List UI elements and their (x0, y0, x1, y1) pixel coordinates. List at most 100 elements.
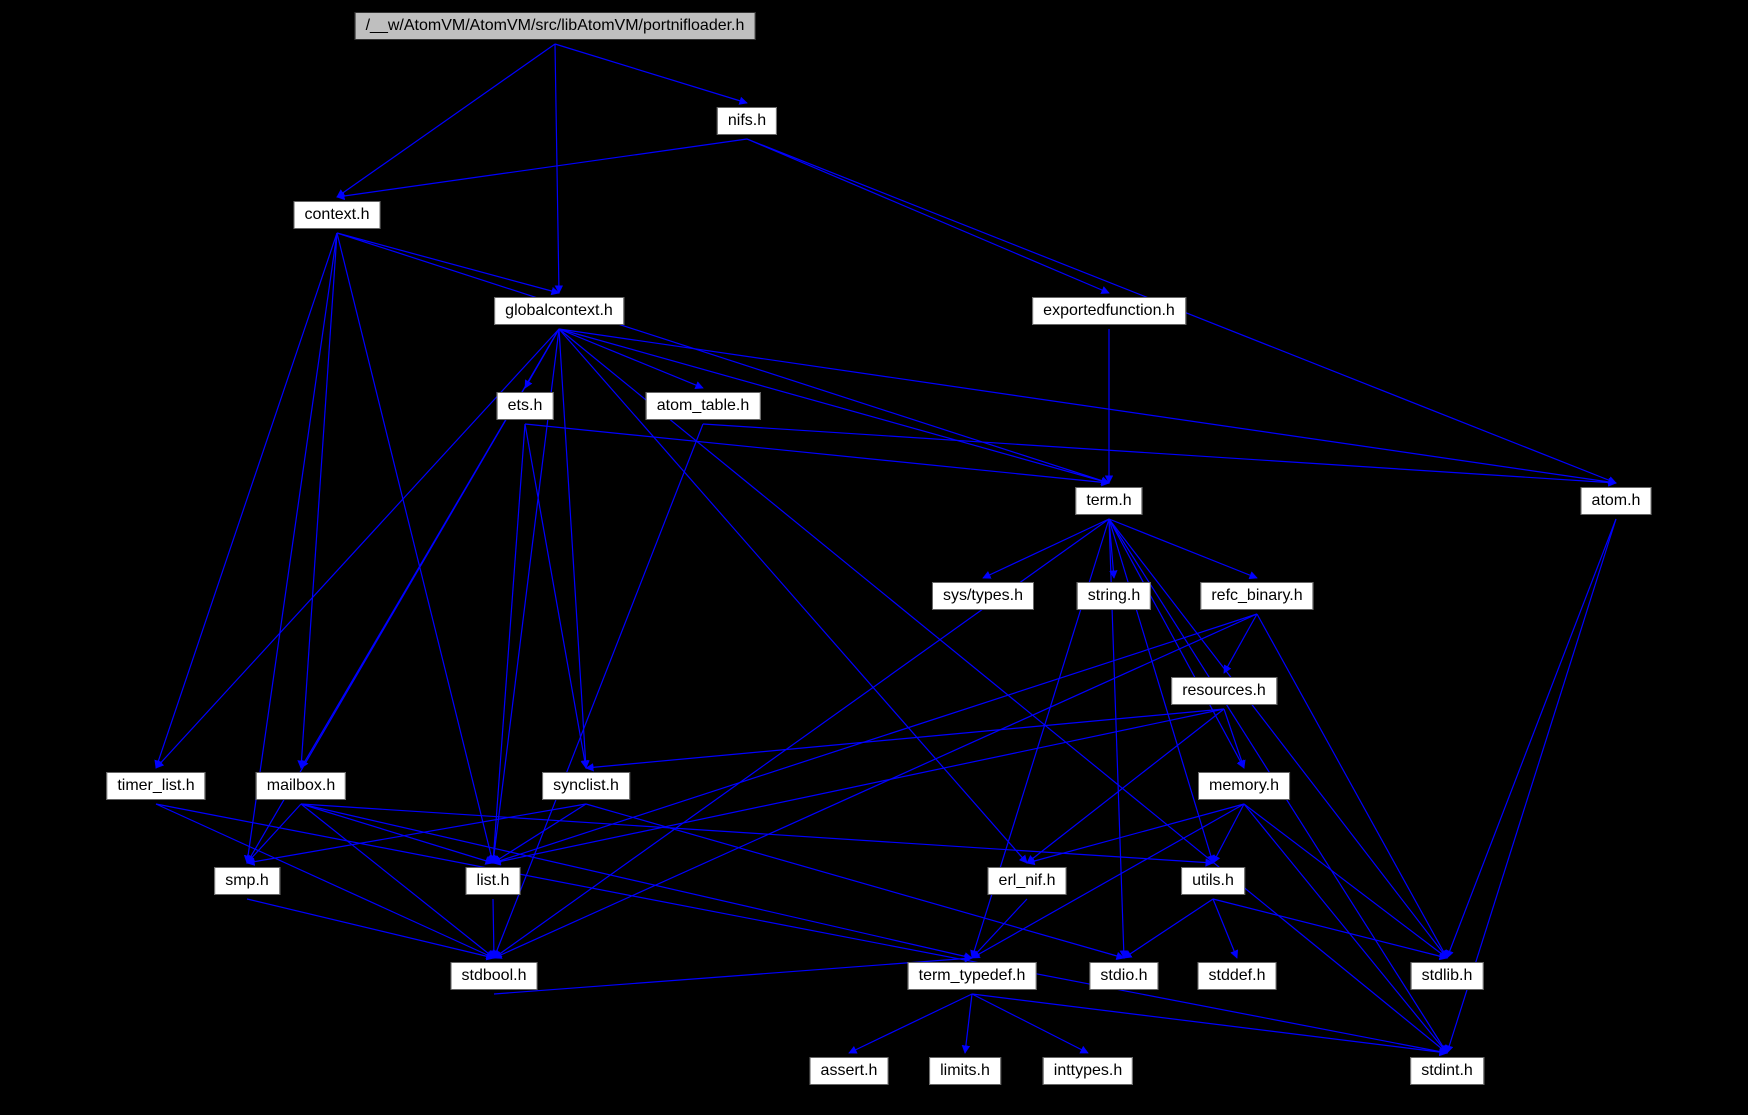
graph-node-assert[interactable]: assert.h (810, 1057, 889, 1085)
graph-node-sys_types[interactable]: sys/types.h (932, 582, 1034, 610)
graph-node-resources[interactable]: resources.h (1171, 677, 1277, 705)
node-label: stdio.h (1100, 967, 1147, 984)
edge-term-to-refc_binary (1109, 519, 1257, 578)
graph-node-memory[interactable]: memory.h (1198, 772, 1290, 800)
edge-timer_list-to-stdint (156, 804, 1447, 1053)
graph-node-refc_binary[interactable]: refc_binary.h (1200, 582, 1313, 610)
edge-context-to-mailbox (301, 233, 337, 768)
node-label: stdint.h (1421, 1062, 1473, 1079)
edge-smp-to-stdbool (247, 899, 494, 958)
node-label: stddef.h (1209, 967, 1266, 984)
graph-node-ets[interactable]: ets.h (497, 392, 554, 420)
edge-utils-to-stddef (1213, 899, 1237, 958)
node-label: synclist.h (553, 777, 619, 794)
edge-context-to-list (337, 233, 493, 863)
graph-node-context[interactable]: context.h (294, 201, 381, 229)
edge-timer_list-to-stdbool (156, 804, 494, 958)
graph-node-list[interactable]: list.h (466, 867, 521, 895)
graph-node-exportedfunction[interactable]: exportedfunction.h (1032, 297, 1186, 325)
node-label: limits.h (940, 1062, 990, 1079)
edge-term_typedef-to-stdint (972, 994, 1447, 1053)
graph-node-string[interactable]: string.h (1077, 582, 1151, 610)
edge-refc_binary-to-list (493, 614, 1257, 863)
edge-memory-to-stdint (1244, 804, 1447, 1053)
node-label: stdlib.h (1422, 967, 1473, 984)
edge-stdbool-to-term_typedef (494, 958, 972, 994)
node-label: resources.h (1182, 682, 1266, 699)
edge-nifs-to-exportedfunction (747, 139, 1109, 293)
graph-node-atom_table[interactable]: atom_table.h (646, 392, 761, 420)
node-label: smp.h (225, 872, 269, 889)
edge-memory-to-erl_nif (1027, 804, 1244, 863)
edge-synclist-to-smp (247, 804, 586, 863)
node-label: ets.h (508, 397, 543, 414)
edge-mailbox-to-utils (301, 804, 1213, 863)
edge-utils-to-stdio (1124, 899, 1213, 958)
graph-node-atom[interactable]: atom.h (1581, 487, 1652, 515)
node-label: utils.h (1192, 872, 1234, 889)
edge-context-to-globalcontext (337, 233, 559, 293)
node-label: atom_table.h (657, 397, 750, 414)
edge-context-to-term (337, 233, 1109, 483)
edge-globalcontext-to-stdint (559, 329, 1447, 1053)
edge-term_typedef-to-assert (849, 994, 972, 1053)
edge-globalcontext-to-synclist (559, 329, 586, 768)
edge-ets-to-synclist (525, 424, 586, 768)
edge-memory-to-utils (1213, 804, 1244, 863)
node-label: exportedfunction.h (1043, 302, 1175, 319)
graph-node-globalcontext[interactable]: globalcontext.h (494, 297, 624, 325)
node-label: term_typedef.h (919, 967, 1026, 984)
edge-list-to-stdbool (493, 899, 494, 958)
node-label: erl_nif.h (999, 872, 1056, 889)
graph-node-smp[interactable]: smp.h (214, 867, 280, 895)
edge-context-to-timer_list (156, 233, 337, 768)
edge-mailbox-to-smp (247, 804, 301, 863)
edge-resources-to-synclist (586, 709, 1224, 768)
edge-root-to-nifs (555, 44, 747, 103)
graph-node-inttypes[interactable]: inttypes.h (1043, 1057, 1133, 1085)
edge-globalcontext-to-term (559, 329, 1109, 483)
node-label: stdbool.h (462, 967, 527, 984)
edge-erl_nif-to-term_typedef (972, 899, 1027, 958)
edge-atom-to-stdlib (1447, 519, 1616, 958)
node-label: term.h (1086, 492, 1131, 509)
edge-ets-to-list (493, 424, 525, 863)
graph-node-stdint[interactable]: stdint.h (1410, 1057, 1484, 1085)
edge-term_typedef-to-inttypes (972, 994, 1088, 1053)
edge-layer (0, 0, 1748, 1115)
graph-node-limits[interactable]: limits.h (929, 1057, 1001, 1085)
node-label: inttypes.h (1054, 1062, 1122, 1079)
graph-node-mailbox[interactable]: mailbox.h (256, 772, 346, 800)
edge-atom_table-to-stdbool (494, 424, 703, 958)
graph-node-stdlib[interactable]: stdlib.h (1411, 962, 1484, 990)
node-label: assert.h (821, 1062, 878, 1079)
edge-globalcontext-to-atom_table (559, 329, 703, 388)
edge-atom_table-to-atom (703, 424, 1616, 483)
graph-node-utils[interactable]: utils.h (1181, 867, 1245, 895)
graph-node-erl_nif[interactable]: erl_nif.h (988, 867, 1067, 895)
edge-root-to-context (337, 44, 555, 197)
graph-node-stddef[interactable]: stddef.h (1198, 962, 1277, 990)
graph-node-timer_list[interactable]: timer_list.h (106, 772, 205, 800)
graph-node-stdbool[interactable]: stdbool.h (451, 962, 538, 990)
edge-term-to-memory (1109, 519, 1244, 768)
edge-synclist-to-list (493, 804, 586, 863)
edge-nifs-to-context (337, 139, 747, 197)
graph-node-term[interactable]: term.h (1075, 487, 1142, 515)
graph-node-term_typedef[interactable]: term_typedef.h (908, 962, 1037, 990)
edge-term_typedef-to-limits (965, 994, 972, 1053)
edge-memory-to-stdlib (1244, 804, 1447, 958)
node-label: atom.h (1592, 492, 1641, 509)
graph-node-synclist[interactable]: synclist.h (542, 772, 630, 800)
graph-node-stdio[interactable]: stdio.h (1089, 962, 1158, 990)
node-label: memory.h (1209, 777, 1279, 794)
graph-node-nifs[interactable]: nifs.h (717, 107, 777, 135)
node-label: mailbox.h (267, 777, 335, 794)
node-label: sys/types.h (943, 587, 1023, 604)
node-label: refc_binary.h (1211, 587, 1302, 604)
edge-root-to-globalcontext (555, 44, 559, 293)
edge-resources-to-erl_nif (1027, 709, 1224, 863)
node-label: string.h (1088, 587, 1140, 604)
node-label: /__w/AtomVM/AtomVM/src/libAtomVM/portnif… (366, 17, 745, 34)
edge-term-to-string (1109, 519, 1114, 578)
